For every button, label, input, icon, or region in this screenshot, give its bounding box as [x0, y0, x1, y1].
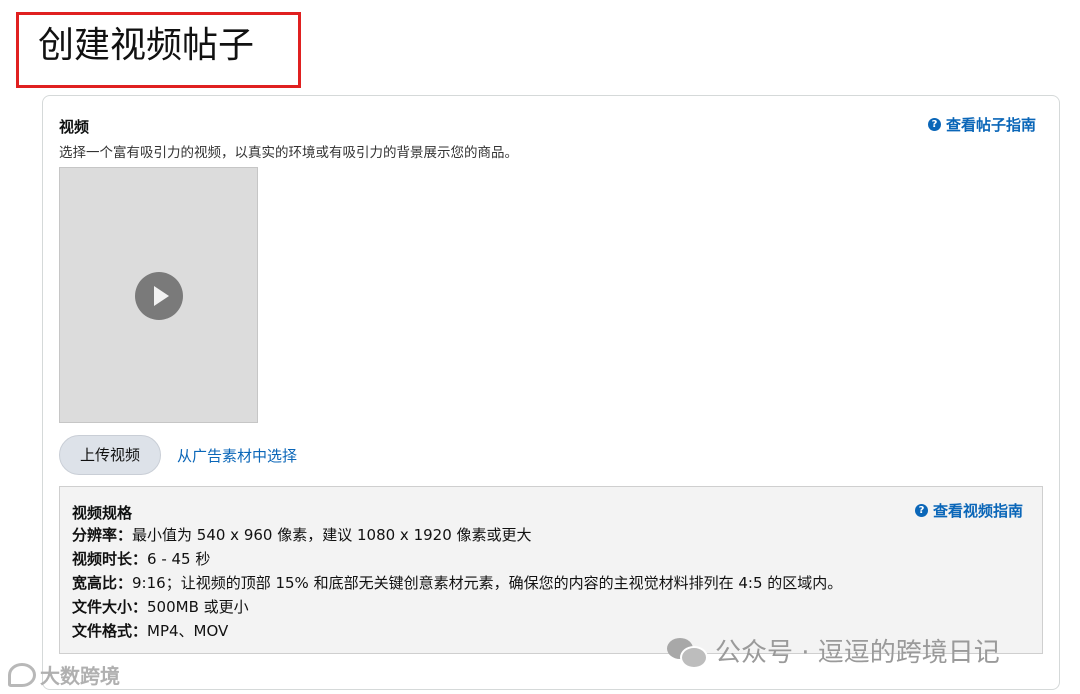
post-guide-link[interactable]: ? 查看帖子指南: [928, 114, 1036, 135]
wechat-watermark: 公众号 · 逗逗的跨境日记: [667, 632, 1000, 669]
brand-logo-icon: [8, 662, 36, 687]
video-section-label: 视频: [59, 118, 90, 136]
video-guide-link[interactable]: ? 查看视频指南: [915, 500, 1023, 521]
choose-from-creative-link[interactable]: 从广告素材中选择: [177, 445, 297, 466]
corner-watermark-text: 大数跨境: [40, 664, 120, 688]
specs-title: 视频规格: [72, 504, 133, 522]
page-title: 创建视频帖子: [38, 25, 255, 66]
spec-key: 文件大小：: [72, 598, 148, 616]
spec-key: 视频时长：: [72, 550, 148, 568]
video-guide-label: 查看视频指南: [933, 502, 1024, 520]
spec-key: 文件格式：: [72, 622, 148, 640]
wechat-icon: [667, 636, 708, 669]
spec-row-file-format: 文件格式：MP4、MOV: [72, 620, 228, 641]
spec-row-aspect-ratio: 宽高比：9:16；让视频的顶部 15% 和底部无关键创意素材元素，确保您的内容的…: [72, 572, 842, 593]
video-section-description: 选择一个富有吸引力的视频，以真实的环境或有吸引力的背景展示您的商品。: [59, 145, 518, 161]
spec-value: 9:16；让视频的顶部 15% 和底部无关键创意素材元素，确保您的内容的主视觉材…: [132, 574, 843, 592]
upload-video-button[interactable]: 上传视频: [59, 435, 161, 475]
spec-key: 宽高比：: [72, 574, 133, 592]
post-guide-label: 查看帖子指南: [946, 116, 1037, 134]
spec-value: 最小值为 540 x 960 像素，建议 1080 x 1920 像素或更大: [132, 526, 532, 544]
video-preview[interactable]: [59, 167, 258, 423]
corner-watermark: 大数跨境: [8, 660, 120, 689]
spec-value: MP4、MOV: [147, 622, 229, 640]
spec-row-duration: 视频时长：6 - 45 秒: [72, 548, 210, 569]
question-circle-icon: ?: [928, 118, 941, 131]
play-icon[interactable]: [135, 272, 183, 320]
wechat-account-text: 公众号 · 逗逗的跨境日记: [715, 638, 1000, 668]
spec-value: 500MB 或更小: [147, 598, 249, 616]
question-circle-icon: ?: [915, 504, 928, 517]
spec-value: 6 - 45 秒: [147, 550, 211, 568]
spec-key: 分辨率：: [72, 526, 133, 544]
spec-row-resolution: 分辨率：最小值为 540 x 960 像素，建议 1080 x 1920 像素或…: [72, 524, 532, 545]
spec-row-file-size: 文件大小：500MB 或更小: [72, 596, 249, 617]
